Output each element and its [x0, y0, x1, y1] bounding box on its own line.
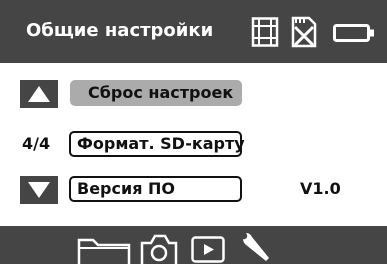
- footer-tab-bar: [0, 226, 387, 264]
- format-sd-button[interactable]: Формат. SD-карту: [69, 131, 245, 157]
- play-icon[interactable]: [191, 236, 225, 264]
- film-strip-icon: [251, 17, 279, 47]
- firmware-version-value: V1.0: [300, 179, 341, 198]
- battery-icon: [333, 24, 374, 42]
- page-counter: 4/4: [22, 134, 51, 153]
- arrow-down-icon: [28, 182, 50, 198]
- arrow-up-icon: [28, 86, 50, 102]
- firmware-version-button[interactable]: Версия ПО: [69, 176, 242, 202]
- scroll-up-button[interactable]: [20, 80, 58, 108]
- scroll-down-button[interactable]: [20, 176, 58, 204]
- wrench-icon[interactable]: [238, 230, 272, 264]
- reset-settings-button[interactable]: Сброс настроек: [70, 80, 242, 106]
- page-title: Общие настройки: [26, 20, 214, 41]
- camera-icon[interactable]: [140, 232, 178, 264]
- card-crossed-icon: [291, 16, 317, 48]
- header-bar: Общие настройки: [0, 0, 387, 63]
- folder-icon[interactable]: [77, 234, 133, 264]
